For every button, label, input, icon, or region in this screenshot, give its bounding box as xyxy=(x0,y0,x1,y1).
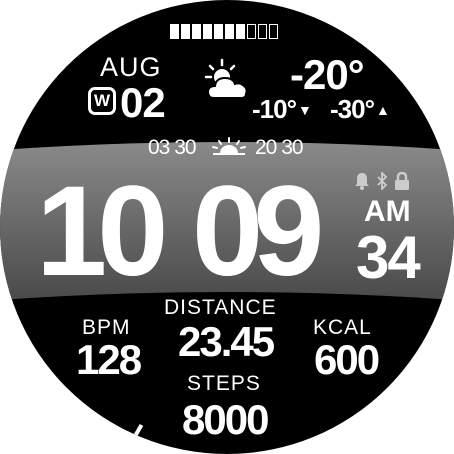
battery-segment xyxy=(269,24,278,39)
up-arrow-icon: ▲ xyxy=(375,102,390,118)
progress-tick-marker xyxy=(132,423,144,439)
battery-indicator xyxy=(170,24,278,39)
battery-segment xyxy=(203,24,212,39)
weekday-badge: W xyxy=(88,87,116,115)
battery-segment xyxy=(214,24,223,39)
high-temperature: -30° ▲ xyxy=(330,94,390,124)
bluetooth-icon xyxy=(377,172,388,190)
high-temp-value: -30° xyxy=(330,94,375,124)
steps-label: STEPS xyxy=(187,372,261,395)
sunrise-icon xyxy=(212,137,246,155)
low-temp-value: -10° xyxy=(252,94,297,124)
bpm-value: 128 xyxy=(76,336,142,383)
battery-segment xyxy=(225,24,234,39)
battery-segment xyxy=(192,24,201,39)
kcal-label: KCAL xyxy=(313,316,372,339)
partly-cloudy-icon xyxy=(204,58,248,99)
lock-icon xyxy=(395,172,409,190)
sunrise-time: 03 30 xyxy=(148,136,197,159)
bell-icon xyxy=(355,173,369,190)
day-number: 02 xyxy=(120,79,166,126)
month-label: AUG xyxy=(100,52,162,82)
low-temperature: -10° ▼ xyxy=(252,94,312,124)
bpm-label: BPM xyxy=(82,316,131,339)
status-icons xyxy=(354,172,410,190)
kcal-value: 600 xyxy=(314,336,380,383)
ampm-indicator: AM xyxy=(364,195,411,228)
watch-face: AUG W 02 -20° -10° ▼ -30° ▲ 03 30 20 30 10… xyxy=(0,0,454,454)
down-arrow-icon: ▼ xyxy=(297,102,312,118)
seconds-display: 34 xyxy=(356,224,421,291)
distance-value: 23.45 xyxy=(178,318,275,365)
current-temperature: -20° xyxy=(290,51,364,98)
distance-label: DISTANCE xyxy=(164,296,277,319)
battery-segment xyxy=(181,24,190,39)
minutes-display: 09 xyxy=(192,160,324,303)
battery-segment xyxy=(258,24,267,39)
steps-value: 8000 xyxy=(182,396,269,443)
sunset-time: 20 30 xyxy=(255,136,304,159)
hours-display: 10 xyxy=(36,160,168,303)
battery-segment xyxy=(236,24,245,39)
battery-segment xyxy=(247,24,256,39)
battery-segment xyxy=(170,24,179,39)
